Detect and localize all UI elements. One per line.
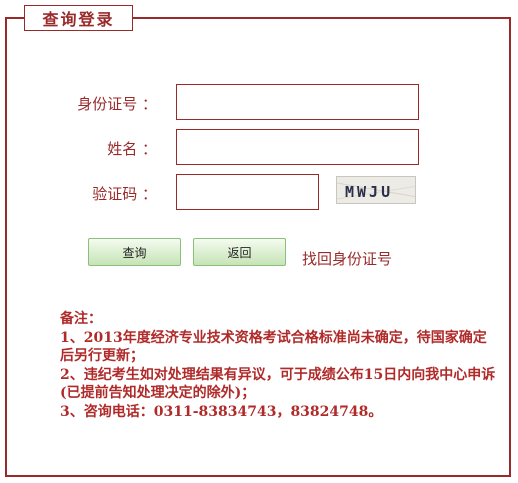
note-line-1: 1、2013年度经济专业技术资格考试合格标准尚未确定，待国家确定后另行更新； — [60, 329, 487, 365]
captcha-image[interactable]: MWJU — [336, 176, 416, 204]
query-button[interactable]: 查询 — [88, 238, 181, 266]
note-line-3: 3、咨询电话：0311-83834743，83824748。 — [60, 403, 383, 420]
notes-heading: 备注： — [60, 311, 102, 327]
note-line-2: 2、违纪考生如对处理结果有异议，可于成绩公布15日内向我中心申诉(已提前告知处理… — [60, 366, 496, 402]
id-number-label: 身份证号 ： — [77, 95, 157, 113]
panel-title: 查询登录 — [24, 5, 133, 31]
captcha-label: 验证码 ： — [92, 185, 157, 203]
name-label: 姓名 ： — [107, 140, 157, 158]
name-input[interactable] — [176, 129, 419, 165]
back-button[interactable]: 返回 — [193, 238, 286, 266]
captcha-code: MWJU — [345, 183, 393, 201]
id-number-input[interactable] — [176, 84, 419, 120]
notes-section: 备注： 1、2013年度经济专业技术资格考试合格标准尚未确定，待国家确定后另行更… — [60, 310, 500, 421]
recover-id-link[interactable]: 找回身份证号 — [302, 248, 392, 269]
captcha-input[interactable] — [176, 174, 319, 210]
